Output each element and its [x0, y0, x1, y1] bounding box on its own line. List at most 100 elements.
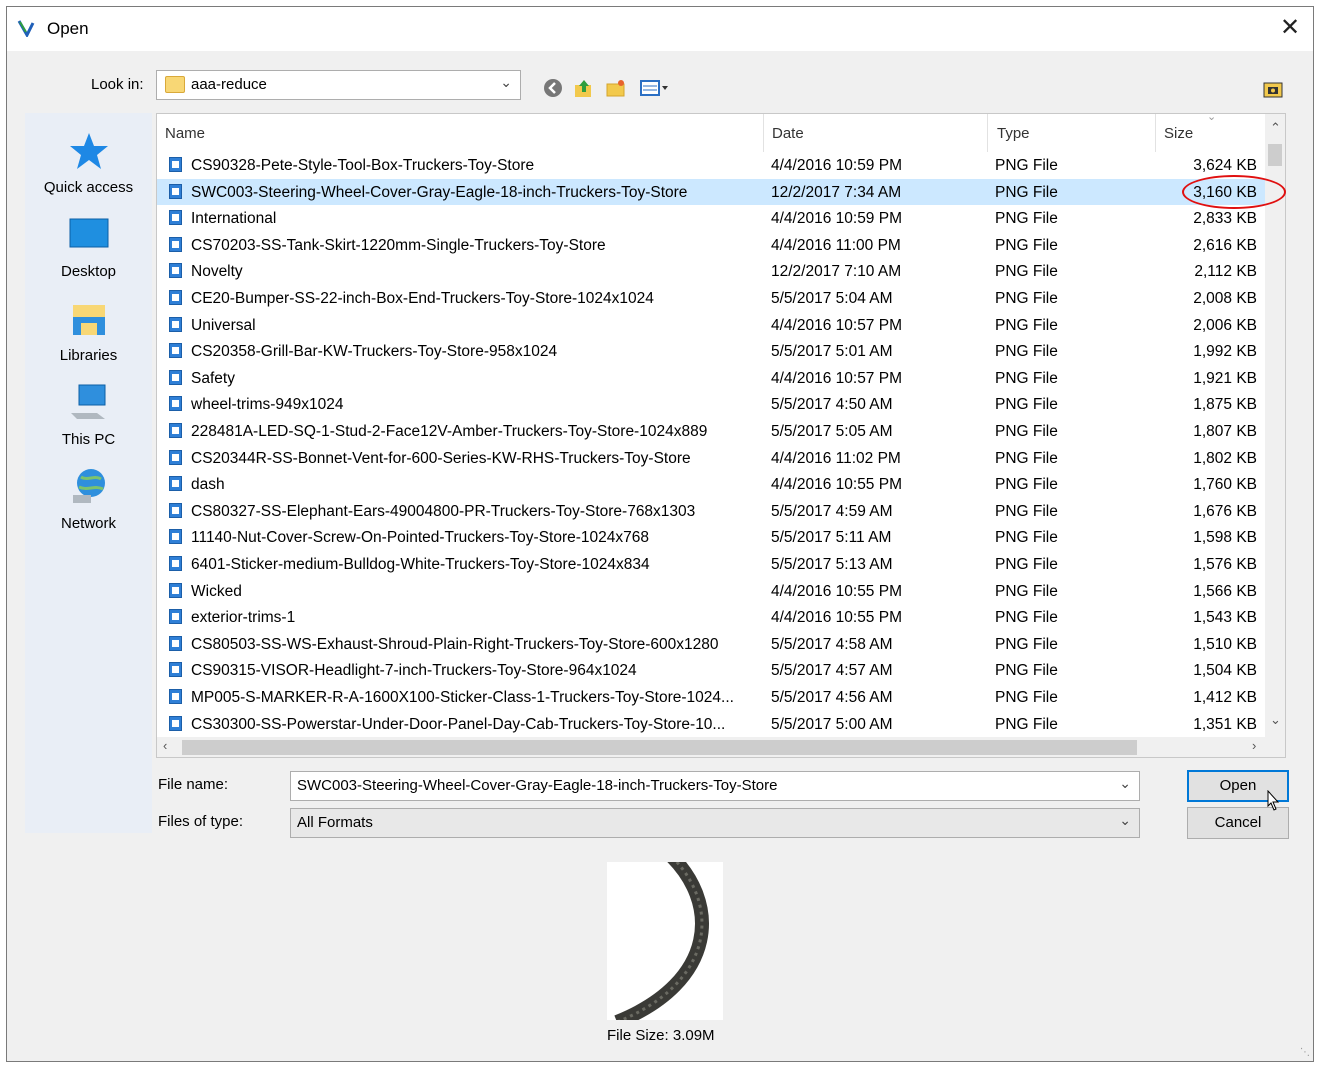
- file-row[interactable]: CS90328-Pete-Style-Tool-Box-Truckers-Toy…: [157, 152, 1267, 179]
- place-label: Quick access: [43, 179, 134, 196]
- file-date: 12/2/2017 7:10 AM: [771, 263, 902, 281]
- file-type: PNG File: [995, 423, 1058, 440]
- png-file-icon: [169, 529, 182, 545]
- column-size[interactable]: Size: [1164, 125, 1193, 142]
- scroll-left-icon[interactable]: ‹: [163, 738, 167, 753]
- column-type[interactable]: Type: [997, 125, 1030, 142]
- file-row[interactable]: 228481A-LED-SQ-1-Stud-2-Face12V-Amber-Tr…: [157, 418, 1267, 445]
- libraries-icon: [72, 305, 105, 335]
- file-date: 12/2/2017 7:34 AM: [771, 183, 902, 201]
- close-icon[interactable]: ✕: [1267, 7, 1313, 51]
- file-type: PNG File: [995, 316, 1058, 334]
- file-type: PNG File: [995, 476, 1058, 494]
- file-name: CS90315-VISOR-Headlight-7-inch-Truckers-…: [191, 662, 637, 680]
- file-size: 1,875 KB: [1193, 396, 1257, 414]
- png-file-icon: [169, 290, 182, 305]
- png-file-icon: [169, 183, 182, 199]
- file-date: 4/4/2016 10:55 PM: [771, 609, 902, 627]
- file-date: 5/5/2017 5:13 AM: [771, 556, 893, 573]
- file-row[interactable]: 11140-Nut-Cover-Screw-On-Pointed-Trucker…: [157, 524, 1267, 551]
- file-row[interactable]: International 4/4/2016 10:59 PM PNG File 2,…: [157, 205, 1267, 232]
- vertical-scrollbar[interactable]: ⌃ ⌄: [1265, 114, 1285, 739]
- scroll-up-icon[interactable]: ⌃: [1270, 120, 1281, 136]
- file-row[interactable]: Wicked 4/4/2016 10:55 PM PNG File 1,566 KB: [157, 578, 1267, 605]
- file-row[interactable]: CS20344R-SS-Bonnet-Vent-for-600-Series-K…: [157, 445, 1267, 472]
- file-row[interactable]: 6401-Sticker-medium-Bulldog-White-Trucke…: [157, 551, 1267, 578]
- file-list[interactable]: Name Date Type Size ⌄ CS90328-Pete-Style…: [156, 113, 1286, 758]
- file-row[interactable]: CS30300-SS-Powerstar-Under-Door-Panel-Da…: [157, 711, 1267, 738]
- file-type: PNG File: [995, 236, 1058, 254]
- file-type: PNG File: [995, 715, 1058, 733]
- file-type: PNG File: [995, 183, 1058, 201]
- png-file-icon: [169, 449, 182, 465]
- file-row[interactable]: exterior-trims-1 4/4/2016 10:55 PM PNG Fil…: [157, 604, 1267, 631]
- place-quick-access[interactable]: Quick access: [25, 131, 152, 196]
- folder-icon: [165, 76, 185, 93]
- resize-grip-icon[interactable]: ⋱: [1300, 1047, 1310, 1058]
- look-in-dropdown[interactable]: aaa-reduce ⌄: [156, 70, 521, 100]
- file-row[interactable]: wheel-trims-949x1024 5/5/2017 4:50 AM PNG …: [157, 391, 1267, 418]
- window-title: Open: [47, 19, 89, 38]
- files-of-type-dropdown[interactable]: All Formats ⌄: [290, 808, 1140, 838]
- file-type: PNG File: [995, 449, 1058, 467]
- horizontal-scrollbar[interactable]: ‹ ›: [157, 737, 1285, 757]
- file-size: 3,624 KB: [1193, 157, 1257, 174]
- file-type: PNG File: [995, 210, 1058, 228]
- file-date: 5/5/2017 5:11 AM: [771, 529, 892, 547]
- vertical-scroll-thumb[interactable]: [1268, 144, 1282, 166]
- file-size: 2,616 KB: [1193, 236, 1257, 254]
- png-file-icon: [169, 556, 182, 571]
- place-label: This PC: [61, 431, 116, 448]
- file-type: PNG File: [995, 529, 1058, 547]
- png-file-icon: [169, 715, 182, 731]
- network-icon: [72, 469, 105, 503]
- file-row[interactable]: CE20-Bumper-SS-22-inch-Box-End-Truckers-…: [157, 285, 1267, 312]
- file-row[interactable]: CS70203-SS-Tank-Skirt-1220mm-Single-Truc…: [157, 232, 1267, 259]
- png-file-icon: [169, 476, 182, 492]
- file-row[interactable]: Safety 4/4/2016 10:57 PM PNG File 1,921 KB: [157, 365, 1267, 392]
- new-folder-icon[interactable]: [605, 77, 627, 99]
- scroll-down-icon[interactable]: ⌄: [1270, 712, 1281, 728]
- file-name: CS80503-SS-WS-Exhaust-Shroud-Plain-Right…: [191, 635, 719, 653]
- file-name: MP005-S-MARKER-R-A-1600X100-Sticker-Clas…: [191, 689, 734, 706]
- file-name: 6401-Sticker-medium-Bulldog-White-Trucke…: [191, 556, 650, 573]
- scroll-right-icon[interactable]: ›: [1252, 738, 1256, 753]
- file-type: PNG File: [995, 635, 1058, 653]
- folder-camera-icon[interactable]: [1262, 77, 1284, 99]
- files-of-type-label: Files of type:: [158, 813, 244, 830]
- png-file-icon: [169, 689, 182, 704]
- file-row[interactable]: dash 4/4/2016 10:55 PM PNG File 1,760 KB: [157, 471, 1267, 498]
- file-row[interactable]: CS20358-Grill-Bar-KW-Truckers-Toy-Store-…: [157, 338, 1267, 365]
- place-network[interactable]: Network: [25, 467, 152, 532]
- file-type: PNG File: [995, 609, 1058, 627]
- up-folder-icon[interactable]: [573, 77, 595, 99]
- file-size: 1,510 KB: [1193, 635, 1257, 653]
- file-row[interactable]: SWC003-Steering-Wheel-Cover-Gray-Eagle-1…: [157, 178, 1267, 206]
- file-name-input[interactable]: SWC003-Steering-Wheel-Cover-Gray-Eagle-1…: [290, 771, 1140, 801]
- file-date: 5/5/2017 4:50 AM: [771, 396, 893, 414]
- file-row[interactable]: Novelty 12/2/2017 7:10 AM PNG File 2,112 KB: [157, 258, 1267, 285]
- chevron-down-icon[interactable]: ⌄: [1119, 775, 1131, 792]
- file-row[interactable]: CS90315-VISOR-Headlight-7-inch-Truckers-…: [157, 657, 1267, 684]
- png-file-icon: [169, 210, 182, 226]
- horizontal-scroll-thumb[interactable]: [182, 740, 1137, 755]
- view-menu-icon[interactable]: [639, 77, 669, 99]
- column-name[interactable]: Name: [165, 125, 205, 142]
- file-type: PNG File: [995, 662, 1058, 680]
- file-date: 4/4/2016 11:00 PM: [771, 236, 901, 254]
- file-date: 5/5/2017 4:57 AM: [771, 662, 893, 680]
- file-row[interactable]: CS80503-SS-WS-Exhaust-Shroud-Plain-Right…: [157, 631, 1267, 658]
- place-desktop[interactable]: Desktop: [25, 215, 152, 280]
- file-row[interactable]: CS80327-SS-Elephant-Ears-49004800-PR-Tru…: [157, 498, 1267, 525]
- place-this-pc[interactable]: This PC: [25, 383, 152, 448]
- place-libraries[interactable]: Libraries: [25, 299, 152, 364]
- file-size: 2,112 KB: [1194, 263, 1257, 281]
- file-name: International: [191, 210, 277, 228]
- file-size: 1,598 KB: [1193, 529, 1257, 547]
- back-icon[interactable]: [542, 77, 564, 99]
- file-row[interactable]: Universal 4/4/2016 10:57 PM PNG File 2,006 …: [157, 312, 1267, 339]
- file-date: 4/4/2016 11:02 PM: [771, 449, 901, 467]
- file-row[interactable]: MP005-S-MARKER-R-A-1600X100-Sticker-Clas…: [157, 684, 1267, 711]
- column-date[interactable]: Date: [772, 125, 804, 142]
- file-name: CS30300-SS-Powerstar-Under-Door-Panel-Da…: [191, 715, 726, 733]
